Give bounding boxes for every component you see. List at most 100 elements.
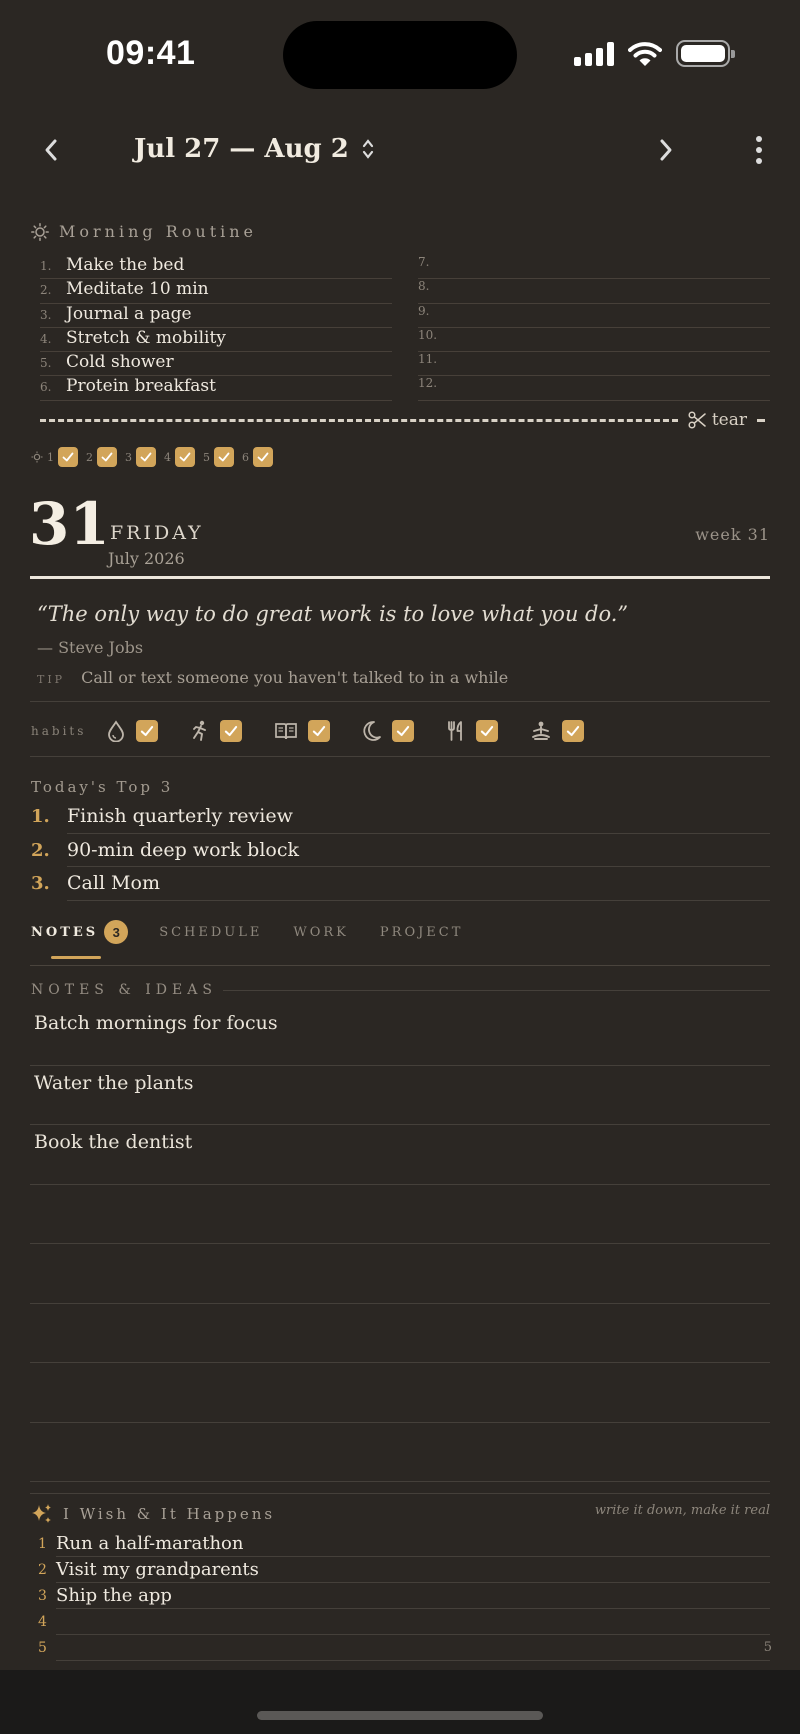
routine-item[interactable]: 9. (418, 304, 770, 328)
routine-item[interactable]: 4. Stretch & mobility (40, 328, 392, 353)
wish-item[interactable]: 1 Run a half-marathon (38, 1531, 770, 1557)
checkmark-icon (257, 452, 269, 462)
top3-list: 1. Finish quarterly review 2. 90-min deep … (31, 800, 770, 901)
status-bar: 09:41 (0, 0, 800, 100)
routine-checkbox[interactable] (253, 447, 273, 467)
habits-label: habits (31, 724, 87, 738)
routine-item[interactable]: 12. (418, 376, 770, 401)
daily-tip: TIP Call or text someone you haven't tal… (37, 668, 508, 687)
top3-item[interactable]: 3. Call Mom (31, 867, 770, 901)
habit-exercise[interactable] (190, 720, 243, 742)
weekday: FRIDAY (110, 522, 204, 544)
routine-item[interactable]: 2. Meditate 10 min (40, 279, 392, 304)
routine-item[interactable]: 7. (418, 255, 770, 280)
tabs-divider (30, 965, 770, 966)
note-line[interactable] (30, 1304, 770, 1363)
habit-checkbox[interactable] (136, 720, 159, 742)
wish-subtitle: write it down, make it real (594, 1503, 770, 1518)
top3-item[interactable]: 2. 90-min deep work block (31, 834, 770, 867)
habit-meditation[interactable] (530, 720, 585, 742)
habit-checkbox[interactable] (308, 720, 331, 742)
wish-item[interactable]: 4 (38, 1609, 770, 1635)
divider (30, 701, 770, 702)
habit-checkbox[interactable] (476, 720, 499, 742)
note-line[interactable]: Batch mornings for focus (30, 1006, 770, 1066)
moon-icon (363, 721, 382, 741)
routine-checkbox[interactable] (214, 447, 234, 467)
status-icons (574, 40, 735, 67)
tear-off-line[interactable]: tear (40, 410, 765, 430)
tab-schedule[interactable]: SCHEDULE (159, 925, 262, 948)
checkmark-icon (141, 725, 154, 737)
checkmark-icon (101, 452, 113, 462)
wish-item[interactable]: 5 (38, 1635, 770, 1661)
wish-title: I Wish & It Happens (31, 1503, 275, 1525)
divider (30, 1493, 770, 1494)
checkmark-icon (62, 452, 74, 462)
routine-item[interactable]: 3. Journal a page (40, 304, 392, 328)
date-divider (30, 576, 770, 579)
note-line[interactable] (30, 1244, 770, 1304)
page-number: 5 (763, 1640, 772, 1655)
note-line[interactable]: Water the plants (30, 1066, 770, 1125)
routine-item[interactable]: 8. (418, 279, 770, 304)
routine-item[interactable]: 1. Make the bed (40, 255, 392, 280)
tab-project[interactable]: PROJECT (380, 925, 464, 948)
routine-checkbox[interactable] (97, 447, 117, 467)
habit-tracker: habits (31, 720, 616, 742)
routine-item[interactable]: 5. Cold shower (40, 352, 392, 377)
sun-icon (31, 222, 49, 241)
notes-count-badge: 3 (104, 920, 129, 944)
routine-item[interactable]: 6. Protein breakfast (40, 376, 392, 401)
habit-eating[interactable] (446, 720, 499, 742)
tab-work[interactable]: WORK (293, 925, 349, 948)
note-line[interactable] (30, 1423, 770, 1482)
divider (30, 756, 770, 757)
habit-checkbox[interactable] (562, 720, 585, 742)
home-indicator[interactable] (257, 1711, 543, 1720)
scissors-icon (688, 411, 706, 429)
routine-item[interactable]: 11. (418, 352, 770, 377)
battery-icon (676, 40, 735, 67)
habit-sleep[interactable] (362, 720, 415, 742)
routine-column-right: 7. 8. 9. 10. 11. 12. (418, 255, 770, 401)
habit-water[interactable] (106, 720, 159, 742)
routine-checkbox[interactable] (175, 447, 195, 467)
note-line[interactable]: Book the dentist (30, 1125, 770, 1185)
checkmark-icon (397, 725, 410, 737)
notes-list: Batch mornings for focus Water the plant… (30, 1006, 770, 1482)
habit-checkbox[interactable] (220, 720, 243, 742)
water-drop-icon (108, 720, 125, 742)
checkmark-icon (140, 452, 152, 462)
fork-knife-icon (448, 721, 463, 741)
more-options-button[interactable] (756, 136, 762, 164)
notes-title: NOTES & IDEAS (31, 982, 770, 998)
date-range-picker[interactable]: Jul 27 — Aug 2 (134, 134, 375, 164)
checkmark-icon (481, 725, 494, 737)
chevron-right-icon (660, 139, 672, 161)
day-number: 31 (29, 490, 110, 558)
date-range-label: Jul 27 — Aug 2 (134, 134, 349, 164)
routine-column-left: 1. Make the bed 2. Meditate 10 min 3. Journ… (40, 255, 392, 401)
routine-checkbox[interactable] (136, 447, 156, 467)
running-icon (193, 720, 207, 741)
top3-item[interactable]: 1. Finish quarterly review (31, 800, 770, 834)
routine-checkbox[interactable] (58, 447, 78, 467)
wish-item[interactable]: 2 Visit my grandparents (38, 1557, 770, 1583)
week-header: Jul 27 — Aug 2 (0, 118, 800, 184)
note-line[interactable] (30, 1363, 770, 1423)
section-tabs: NOTES 3 SCHEDULE WORK PROJECT (31, 920, 464, 959)
tab-notes[interactable]: NOTES 3 (31, 920, 129, 959)
habit-reading[interactable] (274, 720, 331, 742)
note-line[interactable] (30, 1185, 770, 1244)
previous-week-button[interactable] (33, 132, 69, 168)
routine-item[interactable]: 10. (418, 328, 770, 353)
wish-list: 1 Run a half-marathon 2 Visit my grandpare… (38, 1531, 770, 1661)
next-week-button[interactable] (648, 132, 684, 168)
top3-title: Today's Top 3 (31, 778, 174, 796)
tear-button[interactable]: tear (688, 410, 747, 430)
checkmark-icon (567, 725, 580, 737)
wifi-icon (628, 41, 662, 66)
habit-checkbox[interactable] (392, 720, 415, 742)
wish-item[interactable]: 3 Ship the app (38, 1583, 770, 1609)
